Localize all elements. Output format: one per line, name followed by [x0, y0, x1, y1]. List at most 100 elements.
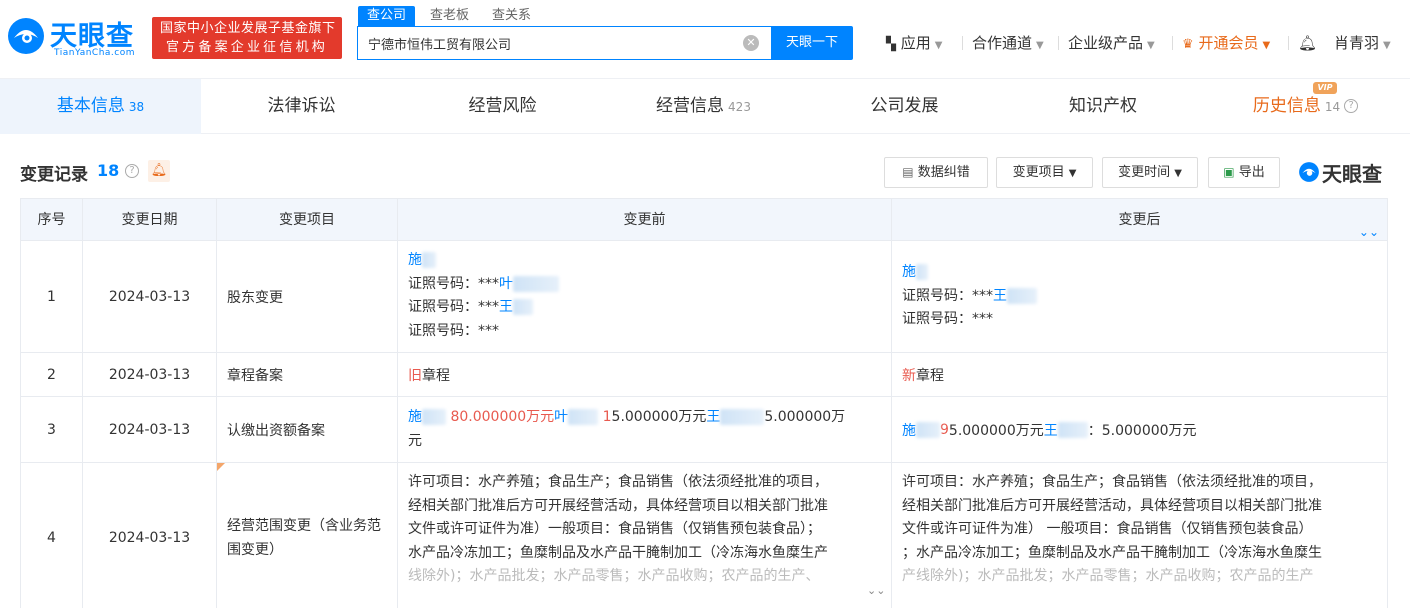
table-row: 2 2024-03-13 章程备案 旧章程 新章程 — [20, 353, 1388, 397]
search-button[interactable]: 天眼一下 — [771, 26, 853, 60]
search-tab-boss[interactable]: 查老板 — [430, 6, 469, 26]
caret-down-icon: ▼ — [934, 40, 943, 51]
row-before: 旧章程 — [397, 353, 891, 396]
tab-risk[interactable]: 经营风险 — [402, 79, 603, 134]
row-date: 2024-03-13 — [82, 463, 216, 608]
apps-menu[interactable]: ▚ 应用 ▼ — [886, 32, 943, 54]
shareholder-link[interactable]: 施 — [408, 252, 422, 268]
vip-label: 开通会员 — [1198, 34, 1259, 52]
gov-badge-line1: 国家中小企业发展子基金旗下 — [160, 21, 336, 36]
tab-label: 经营风险 — [468, 96, 537, 116]
header-item: 变更项目 — [216, 199, 397, 240]
help-icon[interactable]: ? — [125, 164, 139, 178]
divider — [1058, 36, 1059, 50]
eye-logo-icon — [8, 18, 44, 54]
cert-number: *** — [478, 322, 499, 339]
new-mark: 新 — [902, 367, 916, 384]
table-header: 序号 变更日期 变更项目 变更前 变更后 ⌄⌄ — [20, 198, 1388, 241]
redacted — [422, 252, 436, 268]
header-after-label: 变更后 — [1118, 212, 1161, 228]
export-label: 导出 — [1238, 165, 1265, 180]
caret-down-icon: ▼ — [1262, 40, 1271, 51]
scope-line: ；水产品冷冻加工；鱼糜制品及水产品干腌制加工（冷冻海水鱼糜生 — [902, 544, 1322, 561]
row-after: 施 9 5.000000万元王 ：5.000000万元 — [891, 397, 1388, 462]
row-index: 2 — [20, 353, 82, 396]
cert-label: 证照号码： — [902, 311, 972, 327]
redacted — [568, 409, 599, 425]
amount-value: 5.000000万元 — [611, 409, 707, 425]
old-mark: 旧 — [408, 367, 422, 384]
tianyancha-logo[interactable]: 天眼查 TianYanCha.com — [6, 14, 146, 62]
cert-label: 证照号码： — [408, 322, 478, 339]
cert-label: 证照号码： — [902, 287, 972, 304]
row-index: 1 — [20, 241, 82, 352]
data-correction-label: 数据纠错 — [917, 165, 970, 180]
shareholder-link[interactable]: 王 — [993, 288, 1007, 304]
scope-line: 文件或许可证件为准）一般项目：食品销售（仅销售预包装食品）； — [408, 521, 821, 537]
divider — [962, 36, 963, 50]
shareholder-link[interactable]: 王 — [499, 299, 513, 315]
scope-line: 文件或许可证件为准） 一般项目：食品销售（仅销售预包装食品） — [902, 521, 1313, 537]
enterprise-menu[interactable]: 企业级产品 ▼ — [1068, 32, 1155, 54]
export-button[interactable]: ▣ 导出 — [1208, 157, 1280, 188]
row-index: 3 — [20, 397, 82, 462]
scope-line: 许可项目：水产养殖；食品生产；食品销售（依法须经批准的项目， — [902, 474, 1322, 490]
expand-more-icon[interactable]: ⌄⌄ — [867, 584, 885, 597]
row-date: 2024-03-13 — [82, 397, 216, 462]
shareholder-link[interactable]: 施 — [902, 420, 916, 440]
table-row: 1 2024-03-13 股东变更 施 证照号码：***叶 证照号码：***王 … — [20, 241, 1388, 353]
scope-line: 线除外)；水产品批发；水产品零售；水产品收购；农产品的生产、 — [408, 568, 820, 584]
tab-ip[interactable]: 知识产权 — [1005, 79, 1201, 134]
close-circle-icon[interactable]: ✕ — [743, 35, 759, 51]
row-before: 施 证照号码：***叶 证照号码：***王 证照号码：*** — [397, 241, 891, 352]
row-item-text: 经营范围变更（含业务范围变更） — [227, 518, 381, 558]
amount-lead: 1 — [602, 409, 612, 425]
redacted — [916, 264, 928, 280]
apps-label: 应用 — [900, 34, 931, 52]
tab-legal[interactable]: 法律诉讼 — [201, 79, 402, 134]
bell-icon: 🔔︎ — [150, 163, 168, 178]
notifications-button[interactable]: 🔔︎ — [1298, 32, 1317, 54]
data-correction-button[interactable]: ▤ 数据纠错 — [884, 157, 988, 188]
redacted — [720, 409, 765, 425]
tab-count: 14 — [1324, 100, 1341, 114]
cooperation-menu[interactable]: 合作通道 ▼ — [972, 32, 1044, 54]
redacted — [513, 299, 533, 315]
row-after: 施 证照号码：***王 证照号码：*** — [891, 241, 1388, 352]
shareholder-link[interactable]: 叶 — [499, 276, 513, 292]
search-tab-relation[interactable]: 查关系 — [492, 6, 531, 26]
search-tab-company[interactable]: 查公司 — [358, 6, 416, 26]
eye-logo-icon — [1299, 162, 1319, 182]
shareholder-link[interactable]: 王 — [1044, 420, 1058, 440]
tab-history[interactable]: 历史信息 14? — [1201, 79, 1410, 134]
caret-down-icon: ▼ — [1383, 40, 1391, 51]
vip-menu[interactable]: ♛ 开通会员 ▼ — [1182, 32, 1270, 54]
grid-icon: ▚ — [886, 37, 896, 52]
tab-basic-info[interactable]: 基本信息 38 — [0, 79, 201, 134]
cert-number: *** — [972, 287, 993, 304]
vip-badge: VIP — [1313, 82, 1337, 94]
shareholder-link[interactable]: 施 — [408, 409, 422, 425]
shareholder-link[interactable]: 施 — [902, 264, 916, 280]
help-icon[interactable]: ? — [1344, 99, 1359, 113]
redacted — [916, 421, 940, 438]
tab-label: 法律诉讼 — [267, 96, 336, 116]
row-item: 经营范围变更（含业务范围变更） — [216, 463, 397, 608]
filter-time-dropdown[interactable]: 变更时间 ▼ — [1102, 157, 1198, 188]
row-date: 2024-03-13 — [82, 241, 216, 352]
top-bar: 天眼查 TianYanCha.com 国家中小企业发展子基金旗下 官方备案企业征… — [0, 0, 1410, 78]
filter-item-label: 变更项目 — [1012, 165, 1065, 180]
tab-label: 公司发展 — [870, 96, 939, 116]
shareholder-link[interactable]: 叶 — [554, 409, 568, 425]
shareholder-link[interactable]: 王 — [706, 409, 720, 425]
filter-time-label: 变更时间 — [1118, 165, 1171, 180]
tab-business-info[interactable]: 经营信息 423 — [603, 79, 804, 134]
subscribe-button[interactable]: 🔔︎ — [148, 160, 170, 182]
search-input[interactable] — [358, 27, 738, 59]
corner-marker — [217, 463, 225, 471]
tab-development[interactable]: 公司发展 — [804, 79, 1005, 134]
cert-label: 证照号码： — [408, 275, 478, 292]
filter-item-dropdown[interactable]: 变更项目 ▼ — [996, 157, 1093, 188]
user-menu[interactable]: 肖青羽 ▼ — [1334, 32, 1391, 54]
caret-down-icon: ▼ — [1174, 168, 1182, 179]
